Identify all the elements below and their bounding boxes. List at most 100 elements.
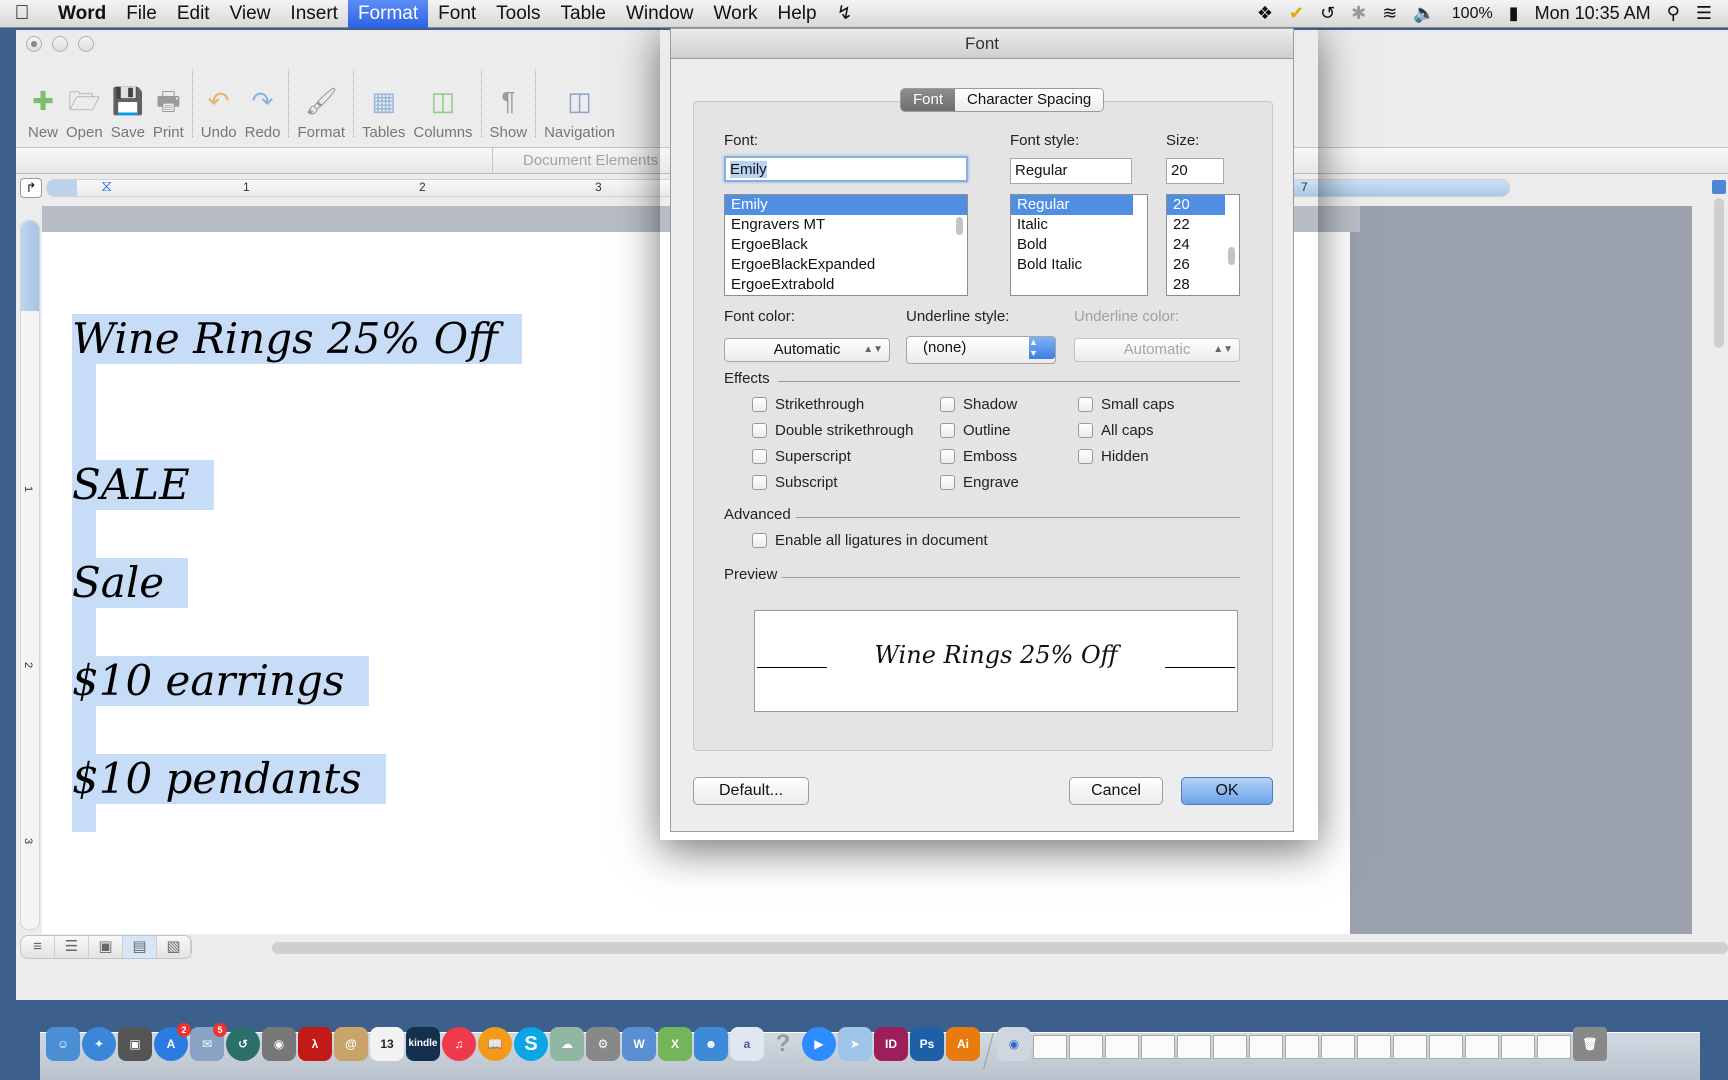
small-caps-checkbox[interactable]: Small caps	[1078, 396, 1174, 413]
font-list[interactable]: Emily Engravers MT ErgoeBlack ErgoeBlack…	[724, 194, 968, 296]
checkbox-box[interactable]	[940, 397, 955, 412]
publishing-view-icon[interactable]: ▣	[89, 936, 123, 958]
tab-stop-selector-icon[interactable]: ↱	[20, 178, 42, 198]
menu-file[interactable]: File	[116, 0, 167, 28]
toolbar-show-button[interactable]: ¶ Show	[486, 60, 532, 147]
dock-illustrator-icon[interactable]: Ai	[946, 1027, 980, 1061]
dock-itunes-icon[interactable]: ♫	[442, 1027, 476, 1061]
font-style-list[interactable]: Regular Italic Bold Bold Italic	[1010, 194, 1148, 296]
default-button[interactable]: Default...	[693, 777, 809, 805]
spotlight-search-icon[interactable]: ⚲	[1667, 3, 1680, 24]
notification-list-icon[interactable]: ☰	[1696, 3, 1712, 24]
doc-line-sale[interactable]: Sale	[72, 558, 189, 608]
ligatures-checkbox[interactable]: Enable all ligatures in document	[752, 532, 988, 549]
split-view-icon[interactable]	[1712, 180, 1726, 194]
checkbox-box[interactable]	[940, 475, 955, 490]
draft-view-icon[interactable]: ≡	[21, 936, 55, 958]
dock-minimized-window[interactable]	[1321, 1035, 1355, 1059]
dock-font-book-icon[interactable]: a	[730, 1027, 764, 1061]
toolbar-redo-button[interactable]: ↷ Redo	[241, 60, 285, 147]
outline-view-icon[interactable]: ☰	[55, 936, 89, 958]
dock-excel-icon[interactable]: X	[658, 1027, 692, 1061]
font-size-input[interactable]: 20	[1166, 158, 1224, 184]
dock-time-machine-icon[interactable]: ↺	[226, 1027, 260, 1061]
toolbar-undo-button[interactable]: ↶ Undo	[197, 60, 241, 147]
toolbar-print-button[interactable]: 🖶 Print	[149, 60, 188, 147]
font-list-scroll-thumb[interactable]	[956, 217, 963, 235]
font-list-item[interactable]: ErgoeExtrabold	[725, 275, 967, 295]
outline-checkbox[interactable]: Outline	[940, 422, 1011, 439]
wifi-icon[interactable]: ≋	[1382, 3, 1397, 24]
dock-image-capture-icon[interactable]: ☁	[550, 1027, 584, 1061]
underline-style-popup[interactable]: (none) ▲ ▼	[906, 336, 1056, 364]
checkbox-box[interactable]	[1078, 397, 1093, 412]
dock-acrobat-icon[interactable]: λ	[298, 1027, 332, 1061]
size-list-item[interactable]: 20	[1167, 195, 1225, 215]
dock-minimized-window[interactable]	[1501, 1035, 1535, 1059]
superscript-checkbox[interactable]: Superscript	[752, 448, 851, 465]
dock-minimized-window[interactable]	[1285, 1035, 1319, 1059]
notebook-view-icon[interactable]: ▧	[157, 936, 191, 958]
dock-minimized-window[interactable]	[1141, 1035, 1175, 1059]
dock-minimized-window[interactable]	[1429, 1035, 1463, 1059]
tab-character-spacing[interactable]: Character Spacing	[955, 89, 1104, 111]
dock-facetime-icon[interactable]: ◉	[262, 1027, 296, 1061]
shadow-checkbox[interactable]: Shadow	[940, 396, 1017, 413]
checkbox-box[interactable]	[752, 449, 767, 464]
size-list-item[interactable]: 28	[1167, 275, 1239, 295]
menu-format[interactable]: Format	[347, 0, 429, 28]
toolbar-navigation-button[interactable]: ◫ Navigation	[540, 60, 619, 147]
style-list-item[interactable]: Regular	[1011, 195, 1133, 215]
emboss-checkbox[interactable]: Emboss	[940, 448, 1017, 465]
indent-marker-icon[interactable]: ⧖	[101, 178, 112, 196]
checkbox-box[interactable]	[1078, 423, 1093, 438]
dock-trash-icon[interactable]: 🗑	[1573, 1027, 1607, 1061]
volume-icon[interactable]: 🔈	[1413, 3, 1435, 24]
engrave-checkbox[interactable]: Engrave	[940, 474, 1019, 491]
checkbox-box[interactable]	[752, 475, 767, 490]
menu-insert[interactable]: Insert	[280, 0, 348, 28]
size-list-item[interactable]: 22	[1167, 215, 1239, 235]
dock-contacts-icon[interactable]: @	[334, 1027, 368, 1061]
zoom-window-button[interactable]	[78, 36, 94, 52]
menu-tools[interactable]: Tools	[486, 0, 550, 28]
toolbar-format-button[interactable]: 🖌 Format	[293, 60, 349, 147]
vertical-scrollbar[interactable]	[1712, 180, 1726, 930]
dock-minimized-window[interactable]	[1357, 1035, 1391, 1059]
dock-unknown-app-icon[interactable]: ?	[766, 1027, 800, 1061]
dock-minimized-window[interactable]	[1393, 1035, 1427, 1059]
strikethrough-checkbox[interactable]: Strikethrough	[752, 396, 864, 413]
toolbar-columns-button[interactable]: ◫ Columns	[409, 60, 476, 147]
font-color-popup[interactable]: Automatic ▲▼	[724, 338, 890, 362]
hidden-checkbox[interactable]: Hidden	[1078, 448, 1149, 465]
dock-finder-icon[interactable]: ☺	[46, 1027, 80, 1061]
time-machine-icon[interactable]: ↺	[1320, 3, 1335, 24]
checkbox-box[interactable]	[752, 397, 767, 412]
bluetooth-icon[interactable]: ✱	[1351, 3, 1366, 24]
menu-font[interactable]: Font	[428, 0, 486, 28]
toolbar-new-button[interactable]: ✚ New	[24, 60, 62, 147]
font-name-input[interactable]: Emily	[724, 156, 968, 182]
toolbar-tables-button[interactable]: ▦ Tables	[358, 60, 409, 147]
vertical-scroll-thumb[interactable]	[1714, 198, 1724, 348]
menu-window[interactable]: Window	[616, 0, 704, 28]
print-layout-view-icon[interactable]: ▤	[123, 936, 157, 958]
tab-font[interactable]: Font	[901, 89, 956, 111]
font-list-item[interactable]: Engravers MT	[725, 215, 967, 235]
toolbar-open-button[interactable]: 🗁 Open	[62, 60, 107, 147]
battery-icon[interactable]: ▮	[1509, 3, 1519, 24]
checkbox-box[interactable]	[940, 423, 955, 438]
apple-menu-icon[interactable]: 	[0, 2, 44, 25]
menu-view[interactable]: View	[220, 0, 281, 28]
checkbox-box[interactable]	[752, 423, 767, 438]
font-list-item[interactable]: ErgoeBlackExpanded	[725, 255, 967, 275]
doc-line-sale-caps[interactable]: SALE	[72, 460, 214, 510]
doc-line-heading[interactable]: Wine Rings 25% Off	[72, 314, 522, 364]
minimize-window-button[interactable]	[52, 36, 68, 52]
dock-minimized-window[interactable]	[1213, 1035, 1247, 1059]
ok-button[interactable]: OK	[1181, 777, 1273, 805]
dock-iphoto-icon[interactable]: ▣	[118, 1027, 152, 1061]
dock-kindle-icon[interactable]: kindle	[406, 1027, 440, 1061]
subscript-checkbox[interactable]: Subscript	[752, 474, 838, 491]
dock-downloads-stack-icon[interactable]: ◉	[997, 1027, 1031, 1061]
